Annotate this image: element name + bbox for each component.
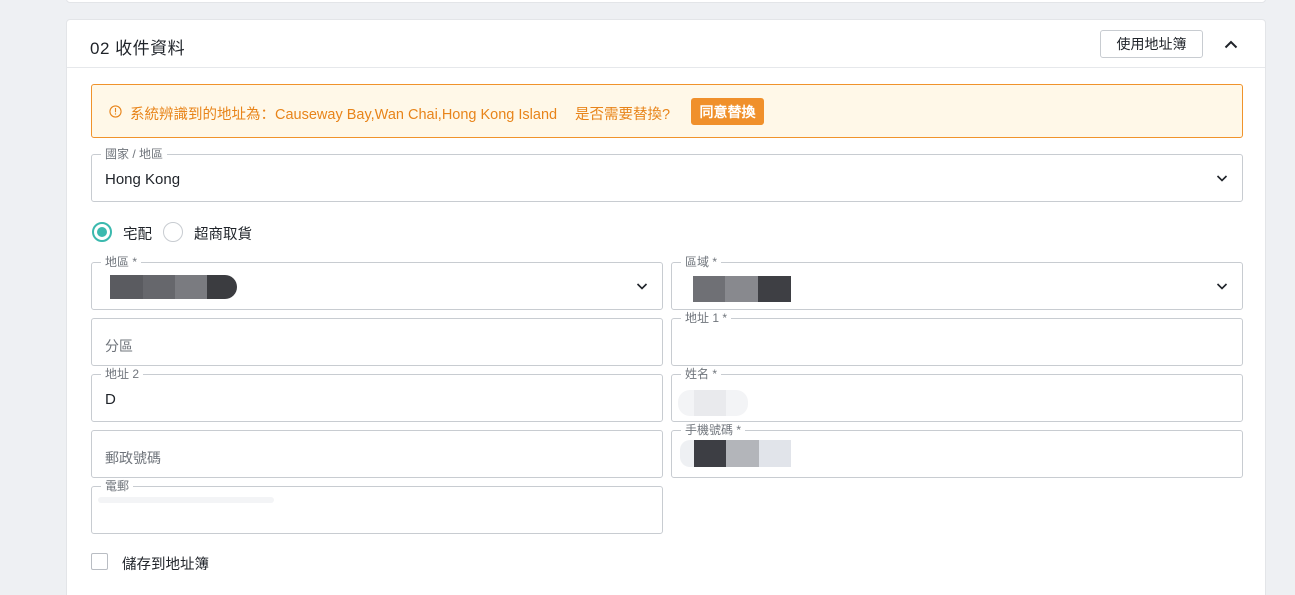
store-pickup-label: 超商取貨 [194, 227, 252, 243]
phone-input[interactable]: 手機號碼 * [671, 422, 1243, 478]
alert-message: 系統辨識到的地址為：Causeway Bay,Wan Chai,Hong Kon… [130, 107, 558, 123]
save-to-address-book-checkbox[interactable] [91, 553, 108, 570]
area-select[interactable]: 區域 * [671, 254, 1243, 310]
alert-question: 是否需要替換? [575, 107, 671, 123]
home-delivery-radio[interactable] [92, 222, 112, 242]
area-label: 區域 * [681, 254, 722, 270]
address-suggestion-alert: 系統辨識到的地址為：Causeway Bay,Wan Chai,Hong Kon… [91, 84, 1243, 138]
address1-label: 地址 1 * [681, 310, 732, 326]
chevron-down-icon [1216, 175, 1228, 182]
postal-code-input[interactable]: 郵政號碼 [91, 430, 663, 478]
address2-label: 地址 2 [101, 366, 144, 382]
redacted-area-value [693, 276, 791, 302]
chevron-down-icon [636, 283, 648, 290]
address1-input[interactable]: 地址 1 * [671, 310, 1243, 366]
district-placeholder: 分區 [105, 338, 133, 354]
redacted-email-value [98, 497, 274, 519]
region-select[interactable]: 地區 * [91, 254, 663, 310]
info-circle-icon [109, 105, 122, 118]
recipient-section: 02 收件資料 使用地址簿 系統辨識到的地址為：Causeway Bay,Wan… [66, 19, 1266, 595]
redacted-phone-value [680, 440, 791, 467]
section-header: 02 收件資料 使用地址簿 [67, 20, 1265, 68]
agree-replace-button[interactable]: 同意替換 [691, 98, 764, 125]
email-label: 電郵 [101, 478, 134, 494]
name-label: 姓名 * [681, 366, 722, 382]
store-pickup-radio[interactable] [163, 222, 183, 242]
email-input[interactable]: 電郵 [91, 478, 663, 534]
region-label: 地區 * [101, 254, 142, 270]
country-select[interactable]: 國家 / 地區 Hong Kong [91, 146, 1243, 202]
district-input[interactable]: 分區 [91, 318, 663, 366]
name-input[interactable]: 姓名 * [671, 366, 1243, 422]
address2-value: D [105, 391, 116, 408]
section-title: 02 收件資料 [90, 39, 186, 58]
use-address-book-button[interactable]: 使用地址簿 [1100, 30, 1203, 58]
chevron-up-icon[interactable] [1222, 36, 1240, 52]
previous-section-card [66, 0, 1266, 3]
postal-code-placeholder: 郵政號碼 [105, 450, 161, 466]
chevron-down-icon [1216, 283, 1228, 290]
redacted-name-value [678, 390, 748, 416]
redacted-region-value [110, 275, 238, 299]
country-value: Hong Kong [105, 171, 181, 188]
address2-input[interactable]: 地址 2 D [91, 366, 663, 422]
country-label: 國家 / 地區 [101, 146, 168, 162]
save-to-address-book-label: 儲存到地址簿 [122, 557, 209, 573]
home-delivery-label: 宅配 [123, 227, 152, 243]
phone-label: 手機號碼 * [681, 422, 746, 438]
